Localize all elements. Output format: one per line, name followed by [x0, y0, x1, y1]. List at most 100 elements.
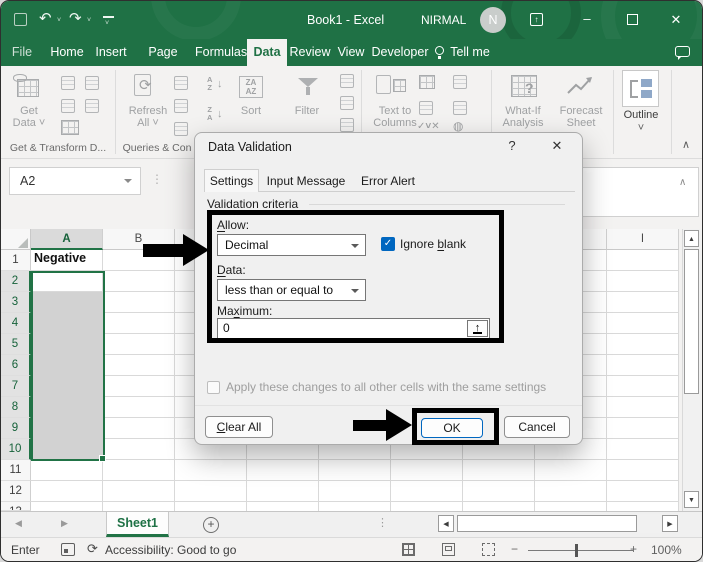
refresh-all-label1[interactable]: Refresh: [125, 105, 171, 117]
advanced-filter-icon[interactable]: [340, 118, 354, 132]
sort-icon[interactable]: ZAAZ: [239, 76, 263, 98]
tab-data[interactable]: Data: [247, 39, 287, 66]
redo-dropdown-icon[interactable]: ˅: [87, 17, 91, 24]
close-button[interactable]: ✕: [665, 10, 687, 30]
outline-label[interactable]: Outline: [618, 109, 664, 121]
dialog-tab-error-alert[interactable]: Error Alert: [351, 171, 425, 191]
cell-a1[interactable]: Negative: [34, 251, 102, 270]
sort-ascending-icon[interactable]: AZ: [207, 76, 212, 92]
what-if-label2[interactable]: Analysis: [497, 117, 549, 129]
clear-all-button[interactable]: Clear All: [205, 416, 273, 438]
forecast-label1[interactable]: Forecast: [555, 105, 607, 117]
normal-view-icon[interactable]: [402, 543, 415, 556]
zoom-slider-thumb[interactable]: [575, 544, 578, 557]
row-header-13[interactable]: 13: [1, 502, 31, 511]
dialog-close-button[interactable]: ✕: [548, 138, 566, 154]
row-header-9[interactable]: 9: [1, 418, 31, 439]
clear-filter-icon[interactable]: [340, 74, 354, 88]
next-sheet-icon[interactable]: ▶: [61, 518, 68, 529]
row-header-2[interactable]: 2: [1, 271, 31, 292]
accessibility-status[interactable]: Accessibility: Good to go: [105, 543, 236, 557]
save-icon[interactable]: [14, 13, 27, 26]
row-header-4[interactable]: 4: [1, 313, 31, 334]
name-box-caret-icon[interactable]: [124, 179, 132, 183]
avatar[interactable]: N: [480, 7, 506, 33]
row-header-1[interactable]: 1: [1, 250, 31, 271]
tab-review[interactable]: Review: [287, 39, 333, 66]
column-header-i[interactable]: I: [607, 229, 679, 250]
tab-insert[interactable]: Insert: [91, 39, 131, 66]
tell-me-box[interactable]: Tell me: [448, 39, 492, 66]
column-header-a[interactable]: A: [31, 229, 103, 250]
get-data-label2[interactable]: Data ˅: [7, 117, 51, 129]
reapply-filter-icon[interactable]: [340, 96, 354, 110]
scroll-down-button[interactable]: ▼: [684, 491, 699, 508]
row-header-5[interactable]: 5: [1, 334, 31, 355]
row-header-3[interactable]: 3: [1, 292, 31, 313]
from-table-icon[interactable]: [61, 120, 79, 135]
manage-data-model-icon[interactable]: ◍: [453, 119, 463, 133]
tab-developer[interactable]: Developer: [369, 39, 431, 66]
minimize-button[interactable]: –: [576, 9, 598, 29]
existing-connections-icon[interactable]: [85, 99, 99, 113]
dialog-tab-input-message[interactable]: Input Message: [263, 171, 349, 191]
tab-file[interactable]: File: [3, 39, 41, 66]
outline-button[interactable]: [622, 70, 659, 107]
remove-duplicates-icon[interactable]: [419, 101, 433, 115]
page-break-view-icon[interactable]: [482, 543, 495, 556]
page-layout-view-icon[interactable]: [442, 543, 455, 556]
scroll-up-button[interactable]: ▲: [684, 230, 699, 247]
text-to-columns-label1[interactable]: Text to: [371, 105, 419, 117]
edit-links-icon[interactable]: [174, 122, 188, 136]
filter-icon[interactable]: [298, 78, 318, 87]
from-text-icon[interactable]: [61, 76, 75, 90]
row-header-7[interactable]: 7: [1, 376, 31, 397]
scroll-right-button[interactable]: ▶: [662, 515, 678, 532]
undo-icon[interactable]: ↶: [39, 11, 52, 26]
tab-view[interactable]: View: [333, 39, 369, 66]
ribbon-display-options-icon[interactable]: ↑: [530, 13, 543, 26]
queries-connections-icon[interactable]: [174, 76, 188, 90]
relationships-icon[interactable]: [453, 101, 467, 115]
forecast-label2[interactable]: Sheet: [563, 117, 599, 129]
zoom-level[interactable]: 100%: [651, 543, 682, 557]
flash-fill-icon[interactable]: [419, 75, 435, 89]
forecast-sheet-icon[interactable]: [566, 75, 596, 97]
collapse-ribbon-icon[interactable]: ∧: [682, 138, 690, 151]
get-data-label1[interactable]: Get: [7, 105, 51, 117]
dialog-help-button[interactable]: ?: [503, 138, 521, 153]
horizontal-scrollbar-thumb[interactable]: [457, 515, 637, 532]
scroll-left-button[interactable]: ◀: [438, 515, 454, 532]
text-to-columns-icon[interactable]: [376, 75, 391, 94]
text-to-columns-label2[interactable]: Columns: [367, 117, 423, 129]
from-web-icon[interactable]: [61, 99, 75, 113]
properties-icon[interactable]: [174, 99, 188, 113]
name-box[interactable]: A2: [9, 167, 141, 195]
fill-handle[interactable]: [99, 455, 106, 462]
row-header-8[interactable]: 8: [1, 397, 31, 418]
dialog-tab-settings[interactable]: Settings: [204, 169, 259, 192]
refresh-all-label2[interactable]: All ˅: [125, 117, 171, 129]
tab-page-layout[interactable]: Page Layout: [131, 39, 195, 66]
consolidate-icon[interactable]: [453, 75, 467, 89]
recent-sources-icon[interactable]: [85, 76, 99, 90]
expand-formula-bar-icon[interactable]: ∧: [679, 177, 686, 188]
cancel-button[interactable]: Cancel: [504, 416, 570, 438]
sort-label[interactable]: Sort: [229, 105, 273, 117]
sheet-tab-sheet1[interactable]: Sheet1: [106, 512, 169, 537]
prev-sheet-icon[interactable]: ◀: [15, 518, 22, 529]
new-sheet-button[interactable]: +: [203, 517, 219, 533]
what-if-label1[interactable]: What-If: [499, 105, 547, 117]
row-header-6[interactable]: 6: [1, 355, 31, 376]
zoom-out-button[interactable]: −: [511, 542, 518, 556]
vertical-scrollbar-thumb[interactable]: [684, 249, 699, 394]
data-validation-icon[interactable]: ✓˅✕: [417, 121, 440, 132]
customize-qat-icon[interactable]: [103, 16, 114, 18]
redo-icon[interactable]: ↷: [69, 11, 82, 26]
row-header-10[interactable]: 10: [1, 439, 31, 460]
filter-label[interactable]: Filter: [287, 105, 327, 117]
zoom-slider[interactable]: [528, 550, 633, 551]
row-header-12[interactable]: 12: [1, 481, 31, 502]
zoom-in-button[interactable]: +: [630, 542, 637, 556]
refresh-all-icon[interactable]: ⟳: [139, 76, 152, 94]
